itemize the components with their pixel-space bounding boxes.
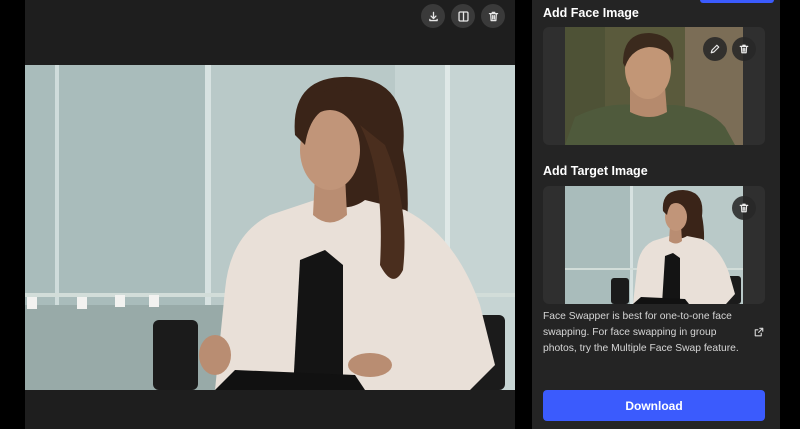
- settings-panel: Add Face Image Add Target Image Face Swa…: [532, 0, 780, 429]
- target-image-card[interactable]: [543, 186, 765, 304]
- result-image: [25, 65, 515, 390]
- external-link-icon[interactable]: [753, 325, 767, 339]
- face-section-title: Add Face Image: [543, 6, 639, 20]
- download-button[interactable]: Download: [543, 390, 765, 421]
- download-icon[interactable]: [421, 4, 445, 28]
- pencil-icon[interactable]: [703, 37, 727, 61]
- info-text: Face Swapper is best for one-to-one face…: [543, 311, 739, 354]
- top-accent-bar: [700, 0, 774, 3]
- result-preview-panel: [25, 0, 515, 429]
- trash-icon[interactable]: [732, 37, 756, 61]
- face-image-card[interactable]: [543, 27, 765, 145]
- target-image-thumbnail: [565, 186, 743, 304]
- preview-toolbar: [421, 4, 505, 28]
- target-section-title: Add Target Image: [543, 164, 648, 178]
- trash-icon[interactable]: [481, 4, 505, 28]
- trash-icon[interactable]: [732, 196, 756, 220]
- split-view-icon[interactable]: [451, 4, 475, 28]
